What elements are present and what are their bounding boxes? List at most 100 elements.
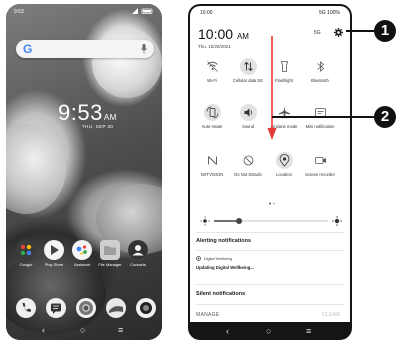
recents-button[interactable]: ≡	[306, 326, 311, 336]
digital-wellbeing-notification[interactable]: Digital Wellbeing Updating Digital Wellb…	[196, 256, 346, 280]
silent-notifications-header: Silent notifications	[196, 291, 246, 297]
network-indicator: 5G	[314, 30, 321, 36]
callout-badge-1: 1	[374, 20, 396, 42]
sound-icon	[239, 104, 257, 121]
tile-label: Bluetooth	[311, 78, 329, 83]
home-screen-phone: 9:53 G 9:53AM THU, SEP 30 Google Play St…	[6, 4, 162, 340]
tile-do-not-disturb[interactable]: Do Not Disturb	[230, 152, 266, 177]
contacts-icon	[128, 240, 148, 260]
gallery-dock-icon[interactable]	[106, 298, 126, 318]
screen-recorder-icon	[312, 152, 329, 169]
navigation-bar: ‹ ○ ≡	[6, 322, 162, 340]
divider	[196, 232, 344, 233]
tile-label: Wi-Fi	[207, 78, 217, 83]
notification-app-name: Digital Wellbeing	[204, 256, 233, 261]
qs-clock[interactable]: 10:00 AM	[198, 26, 249, 42]
back-button[interactable]: ‹	[226, 326, 229, 336]
app-assistant[interactable]: Assistant	[70, 240, 94, 267]
tile-label: NXTVISION	[200, 172, 224, 177]
app-play-store[interactable]: Play Store	[42, 240, 66, 267]
tile-label: Cellular data 5G	[232, 78, 264, 83]
divider	[196, 250, 344, 251]
alerting-notifications-header: Alerting notifications	[196, 238, 251, 244]
divider	[196, 284, 344, 285]
messages-dock-icon[interactable]	[46, 298, 66, 318]
home-button[interactable]: ○	[266, 326, 271, 336]
microphone-icon[interactable]	[141, 44, 147, 54]
tile-bluetooth[interactable]: Bluetooth	[302, 58, 338, 83]
callout-line-1	[346, 30, 374, 32]
clock-ampm: AM	[103, 113, 117, 122]
tile-nxtvision[interactable]: NXTVISION	[194, 152, 230, 177]
divider	[196, 304, 344, 305]
home-button[interactable]: ○	[80, 325, 85, 335]
callout-badge-2: 2	[374, 106, 396, 128]
app-file-manager[interactable]: File Manager	[98, 240, 122, 267]
clear-button[interactable]: CLEAR	[322, 312, 340, 318]
callout-line-2	[272, 116, 374, 118]
gear-icon[interactable]	[334, 28, 343, 37]
tile-label: Mini notification	[305, 124, 335, 129]
tile-label: Do Not Disturb	[234, 172, 262, 177]
qs-date: Thu, 10/28/2021	[198, 44, 231, 49]
tile-location[interactable]: Location	[266, 152, 302, 177]
cellular-data-icon	[239, 58, 257, 75]
nxtvision-icon	[204, 152, 221, 169]
notification-text: Updating Digital Wellbeing...	[196, 265, 254, 270]
app-label: Google	[19, 262, 33, 267]
flashlight-icon	[276, 58, 293, 75]
airplane-icon	[276, 104, 293, 121]
brightness-slider[interactable]	[200, 216, 342, 226]
tile-label: Location	[276, 172, 292, 177]
tile-label: Sound	[241, 124, 255, 129]
app-label: Play Store	[44, 262, 64, 267]
home-date: THU, SEP 30	[82, 124, 114, 129]
location-icon	[275, 152, 293, 169]
brightness-high-icon	[332, 216, 342, 226]
app-label: File Manager	[98, 262, 122, 267]
mini-notification-icon	[312, 104, 329, 121]
tile-cellular-data-5g[interactable]: Cellular data 5G	[230, 58, 266, 83]
back-button[interactable]: ‹	[42, 325, 45, 335]
bluetooth-icon	[312, 58, 329, 75]
digital-wellbeing-icon	[196, 256, 201, 261]
brightness-thumb	[236, 218, 243, 224]
app-google[interactable]: Google	[14, 240, 38, 267]
camera-dock-icon[interactable]	[136, 298, 156, 318]
wallpaper-shape	[92, 28, 162, 98]
wifi-icon	[204, 58, 221, 75]
tile-wi-fi[interactable]: Wi-Fi	[194, 58, 230, 83]
assistant-icon	[72, 240, 92, 260]
phone-dock-icon[interactable]	[16, 298, 36, 318]
clock-time: 10:00	[198, 26, 234, 42]
app-label: Contacts	[130, 262, 146, 267]
app-contacts[interactable]: Contacts	[126, 240, 150, 267]
brightness-low-icon	[200, 216, 210, 226]
tile-screen-recorder[interactable]: Screen recorder	[302, 152, 338, 177]
play-store-icon	[44, 240, 64, 260]
page-indicator	[269, 202, 275, 205]
app-label: Assistant	[73, 262, 91, 267]
chrome-dock-icon[interactable]	[76, 298, 96, 318]
status-bar-time: 9:53	[14, 9, 24, 15]
swipe-down-arrow	[267, 36, 277, 140]
do-not-disturb-icon	[240, 152, 257, 169]
recents-button[interactable]: ≡	[118, 325, 123, 335]
status-bar-icons	[132, 8, 153, 14]
navigation-bar: ‹ ○ ≡	[188, 324, 352, 340]
auto-rotate-icon	[203, 104, 221, 121]
google-search-bar[interactable]: G	[16, 40, 154, 58]
tile-auto-rotate[interactable]: Auto-rotate	[194, 104, 230, 129]
tile-sound[interactable]: Sound	[230, 104, 266, 129]
google-folder-icon	[16, 240, 36, 260]
tile-label: Auto-rotate	[201, 124, 223, 129]
tile-label: Screen recorder	[304, 172, 336, 177]
file-manager-icon	[100, 240, 120, 260]
home-clock-widget[interactable]: 9:53AM	[58, 100, 117, 126]
status-bar-indicators: 5G 100%	[319, 10, 340, 16]
manage-button[interactable]: MANAGE	[196, 312, 219, 318]
google-g-icon: G	[23, 42, 33, 56]
clock-time: 9:53	[58, 100, 103, 125]
clock-ampm: AM	[236, 32, 249, 41]
status-bar-time: 10:00	[200, 10, 213, 16]
